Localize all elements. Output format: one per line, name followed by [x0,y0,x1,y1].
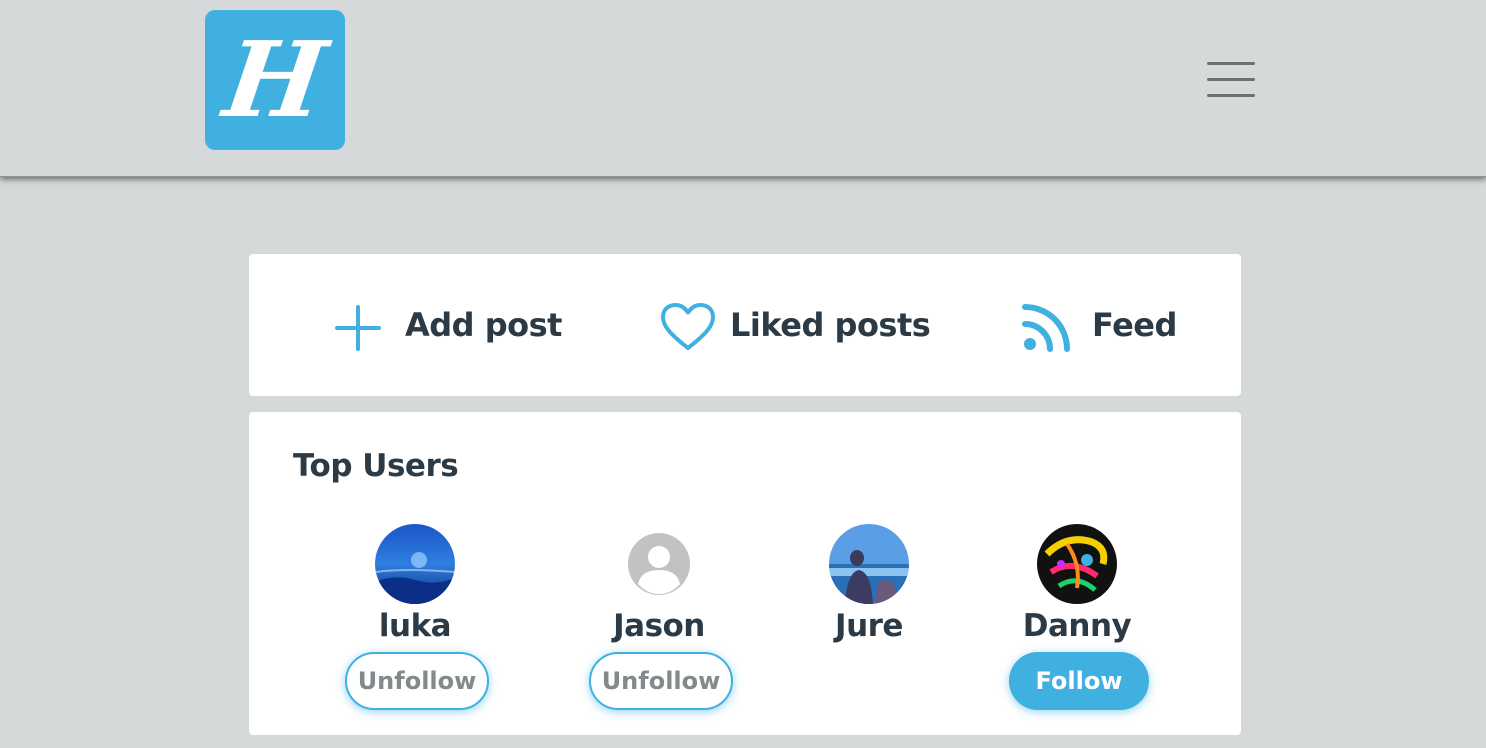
top-users-card: Top Users luka Unfollow Jason Unfollow J… [249,412,1241,735]
unfollow-button[interactable]: Unfollow [345,652,489,710]
user-card: Jure [769,412,969,735]
actions-card: Add post Liked posts Feed [249,254,1241,396]
user-name: Jason [613,608,705,644]
user-card: Danny Follow [977,412,1177,735]
avatar-image [829,524,909,604]
avatar[interactable] [829,524,909,604]
top-bar: H [0,0,1486,177]
add-post-button[interactable]: Add post [335,254,562,396]
avatar[interactable] [1037,524,1117,604]
avatar-image [1037,524,1117,604]
feed-button[interactable]: Feed [1022,254,1177,396]
user-name: Jure [835,608,903,644]
user-card: Jason Unfollow [559,412,759,735]
feed-label: Feed [1092,306,1177,344]
liked-posts-label: Liked posts [730,306,931,344]
avatar-image [375,524,455,604]
plus-icon [335,305,381,351]
logo[interactable]: H [205,10,345,150]
follow-button[interactable]: Follow [1009,652,1149,710]
user-card: luka Unfollow [315,412,515,735]
add-post-label: Add post [405,306,562,344]
unfollow-button[interactable]: Unfollow [589,652,733,710]
user-name: luka [378,608,452,644]
rss-feed-icon [1022,304,1070,352]
default-avatar-icon [619,524,699,604]
logo-letter: H [217,18,333,141]
heart-icon [661,303,715,350]
user-name: Danny [1022,608,1132,644]
hamburger-menu-icon[interactable] [1206,60,1256,100]
avatar[interactable] [375,524,455,604]
liked-posts-button[interactable]: Liked posts [660,254,931,396]
avatar[interactable] [619,524,699,604]
